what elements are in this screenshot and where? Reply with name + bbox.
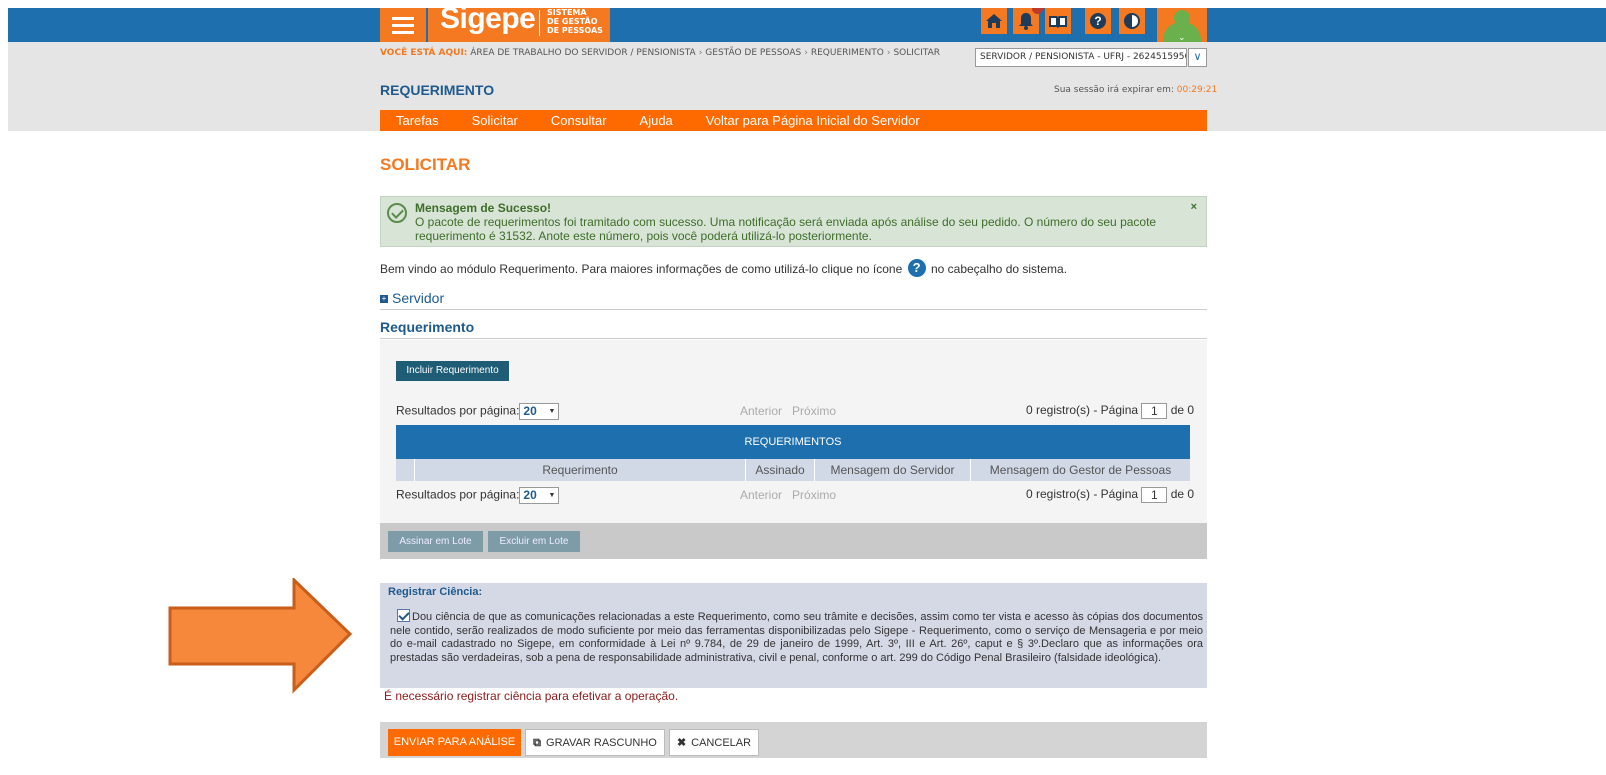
session-countdown: 00:29:21 bbox=[1176, 85, 1218, 95]
breadcrumb-item: SOLICITAR bbox=[893, 48, 941, 58]
user-avatar-icon[interactable]: ⌄ bbox=[1157, 8, 1207, 42]
nav-item-solicitar[interactable]: Solicitar bbox=[472, 113, 518, 128]
next-link[interactable]: Próximo bbox=[792, 488, 836, 502]
ciencia-title: Registrar Ciência: bbox=[388, 586, 483, 598]
contrast-icon[interactable] bbox=[1119, 8, 1145, 34]
gravar-rascunho-label: GRAVAR RASCUNHO bbox=[546, 737, 657, 749]
ciencia-error: É necessário registrar ciência para efet… bbox=[384, 689, 679, 703]
incluir-requerimento-button[interactable]: Incluir Requerimento bbox=[396, 361, 509, 381]
success-title: Mensagem de Sucesso! bbox=[415, 201, 552, 215]
expand-icon: + bbox=[380, 294, 388, 304]
success-message: O pacote de requerimentos foi tramitado … bbox=[415, 215, 1157, 243]
enviar-para-analise-button[interactable]: ENVIAR PARA ANÁLISE bbox=[388, 729, 521, 756]
pager-count-bottom: 0 registro(s) - Página 1 de 0 bbox=[1026, 487, 1194, 503]
pager-nav: Anterior Próximo bbox=[740, 404, 846, 418]
breadcrumb: VOCÊ ESTÁ AQUI: ÁREA DE TRABALHO DO SERV… bbox=[380, 48, 940, 58]
top-header bbox=[8, 8, 1606, 42]
section-title: SOLICITAR bbox=[380, 155, 471, 174]
page-number-input[interactable]: 1 bbox=[1141, 403, 1168, 419]
breadcrumb-separator: › bbox=[886, 48, 891, 58]
welcome-before: Bem vindo ao módulo Requerimento. Para m… bbox=[380, 262, 903, 276]
results-per-page-bottom: Resultados por página: 20 bbox=[396, 487, 560, 504]
assinar-em-lote-button[interactable]: Assinar em Lote bbox=[388, 531, 483, 552]
book-icon[interactable] bbox=[1045, 8, 1071, 34]
page-size-select[interactable]: 20 bbox=[519, 403, 560, 420]
logo-text: Sigepe bbox=[440, 2, 536, 35]
help-icon[interactable]: ? bbox=[907, 259, 926, 278]
success-alert: Mensagem de Sucesso! O pacote de requeri… bbox=[380, 196, 1207, 247]
pointer-arrow-icon bbox=[168, 578, 353, 694]
page-total: de 0 bbox=[1170, 487, 1195, 502]
requerimento-heading: Requerimento bbox=[380, 319, 475, 335]
table-column-header[interactable]: Mensagem do Gestor de Pessoas bbox=[971, 459, 1190, 481]
pager-count: 0 registro(s) - Página 1 de 0 bbox=[1026, 403, 1194, 419]
results-per-page: Resultados por página: 20 bbox=[396, 403, 560, 420]
nav-item-ajuda[interactable]: Ajuda bbox=[640, 113, 673, 128]
session-timer: Sua sessão irá expirar em: 00:29:21 bbox=[1054, 85, 1217, 95]
chevron-down-icon: ⌄ bbox=[1178, 32, 1186, 42]
table-column-header[interactable]: Assinado bbox=[746, 459, 815, 481]
main-nav: Tarefas Solicitar Consultar Ajuda Voltar… bbox=[380, 110, 1207, 131]
divider bbox=[380, 309, 1207, 310]
copy-icon: ⧉ bbox=[533, 737, 542, 749]
pager-nav-bottom: Anterior Próximo bbox=[740, 488, 846, 502]
divider bbox=[380, 338, 1207, 339]
next-link[interactable]: Próximo bbox=[792, 404, 836, 418]
welcome-after: no cabeçalho do sistema. bbox=[930, 262, 1068, 276]
table-header-row: Requerimento Assinado Mensagem do Servid… bbox=[396, 459, 1190, 481]
sigepe-logo[interactable]: Sigepe SISTEMA DE GESTÃO DE PESSOAS bbox=[428, 2, 610, 42]
table-column-header[interactable]: Mensagem do Servidor bbox=[815, 459, 971, 481]
logo-divider bbox=[539, 10, 540, 36]
results-label: Resultados por página: bbox=[396, 487, 520, 502]
session-label: Sua sessão irá expirar em: bbox=[1054, 85, 1174, 95]
ciencia-declaration: Dou ciência de que as comunicações relac… bbox=[390, 611, 1203, 664]
breadcrumb-item[interactable]: ÁREA DE TRABALHO DO SERVIDOR / PENSIONIS… bbox=[470, 48, 695, 58]
welcome-text: Bem vindo ao módulo Requerimento. Para m… bbox=[380, 259, 1068, 278]
results-label: Resultados por página: bbox=[396, 403, 520, 418]
prev-link[interactable]: Anterior bbox=[740, 404, 782, 418]
page-size-select[interactable]: 20 bbox=[519, 487, 560, 504]
nav-item-consultar[interactable]: Consultar bbox=[551, 113, 607, 128]
breadcrumb-separator: › bbox=[698, 48, 703, 58]
home-icon[interactable] bbox=[981, 8, 1007, 34]
cancelar-label: CANCELAR bbox=[691, 737, 752, 749]
table-title: REQUERIMENTOS bbox=[396, 425, 1190, 459]
nav-item-tarefas[interactable]: Tarefas bbox=[396, 113, 439, 128]
hamburger-line bbox=[392, 31, 414, 34]
logo-subtitle-line: DE PESSOAS bbox=[547, 26, 603, 35]
page-total: de 0 bbox=[1170, 403, 1195, 418]
servidor-label: Servidor bbox=[392, 290, 445, 306]
breadcrumb-item[interactable]: GESTÃO DE PESSOAS bbox=[705, 48, 801, 58]
gravar-rascunho-button[interactable]: ⧉ GRAVAR RASCUNHO bbox=[525, 729, 665, 756]
nav-item-voltar[interactable]: Voltar para Página Inicial do Servidor bbox=[706, 113, 920, 128]
svg-text:?: ? bbox=[1094, 14, 1101, 28]
hamburger-line bbox=[392, 17, 414, 20]
profile-select[interactable]: SERVIDOR / PENSIONISTA - UFRJ - 26245159… bbox=[975, 48, 1187, 67]
count-label: 0 registro(s) - Página bbox=[1026, 487, 1139, 502]
servidor-toggle[interactable]: + Servidor bbox=[380, 290, 444, 306]
table-column-header[interactable]: Requerimento bbox=[415, 459, 746, 481]
cancelar-button[interactable]: ✖ CANCELAR bbox=[669, 729, 759, 756]
prev-link[interactable]: Anterior bbox=[740, 488, 782, 502]
excluir-em-lote-button[interactable]: Excluir em Lote bbox=[488, 531, 580, 552]
hamburger-line bbox=[392, 24, 414, 27]
logo-subtitle-line: SISTEMA bbox=[547, 8, 587, 17]
breadcrumb-item[interactable]: REQUERIMENTO bbox=[811, 48, 884, 58]
check-circle-icon bbox=[387, 203, 407, 223]
ciencia-checkbox[interactable] bbox=[397, 609, 410, 622]
chevron-down-icon[interactable]: ∨ bbox=[1188, 48, 1207, 67]
count-label: 0 registro(s) - Página bbox=[1026, 403, 1139, 418]
table-select-column bbox=[396, 459, 415, 481]
logo-subtitle-line: DE GESTÃO bbox=[547, 17, 598, 26]
logo-subtitle: SISTEMA DE GESTÃO DE PESSOAS bbox=[547, 8, 603, 35]
close-icon[interactable]: × bbox=[1191, 201, 1197, 213]
hamburger-menu-button[interactable] bbox=[380, 8, 426, 42]
breadcrumb-separator: › bbox=[804, 48, 808, 58]
breadcrumb-label: VOCÊ ESTÁ AQUI: bbox=[380, 48, 468, 58]
page-number-input[interactable]: 1 bbox=[1141, 487, 1168, 503]
help-icon[interactable]: ? bbox=[1085, 8, 1111, 34]
page-title: REQUERIMENTO bbox=[380, 82, 495, 98]
close-icon: ✖ bbox=[676, 737, 687, 749]
